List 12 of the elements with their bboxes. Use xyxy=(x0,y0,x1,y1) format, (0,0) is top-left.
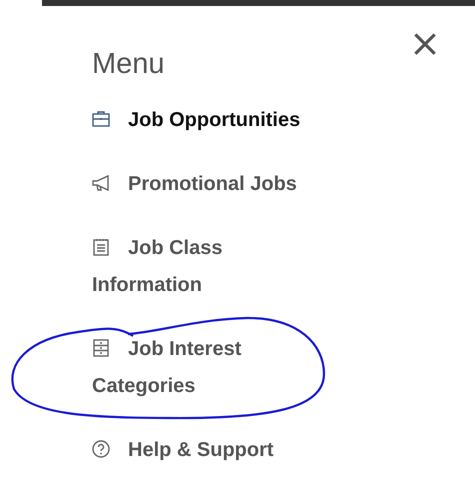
briefcase-icon xyxy=(92,110,110,128)
menu-item[interactable]: Job Opportunities xyxy=(92,102,317,139)
close-button[interactable]: × xyxy=(409,26,441,60)
megaphone-icon xyxy=(92,174,110,192)
menu-item[interactable]: Job Interest Categories xyxy=(92,331,317,405)
drawers-icon xyxy=(92,339,110,357)
menu-title: Menu xyxy=(92,47,165,82)
notepad-icon xyxy=(92,238,110,256)
menu-item[interactable]: Job Class Information xyxy=(92,230,317,304)
menu-item[interactable]: Help & Support xyxy=(92,432,317,469)
menu-item[interactable]: Promotional Jobs xyxy=(92,166,317,203)
help-icon xyxy=(92,440,110,458)
